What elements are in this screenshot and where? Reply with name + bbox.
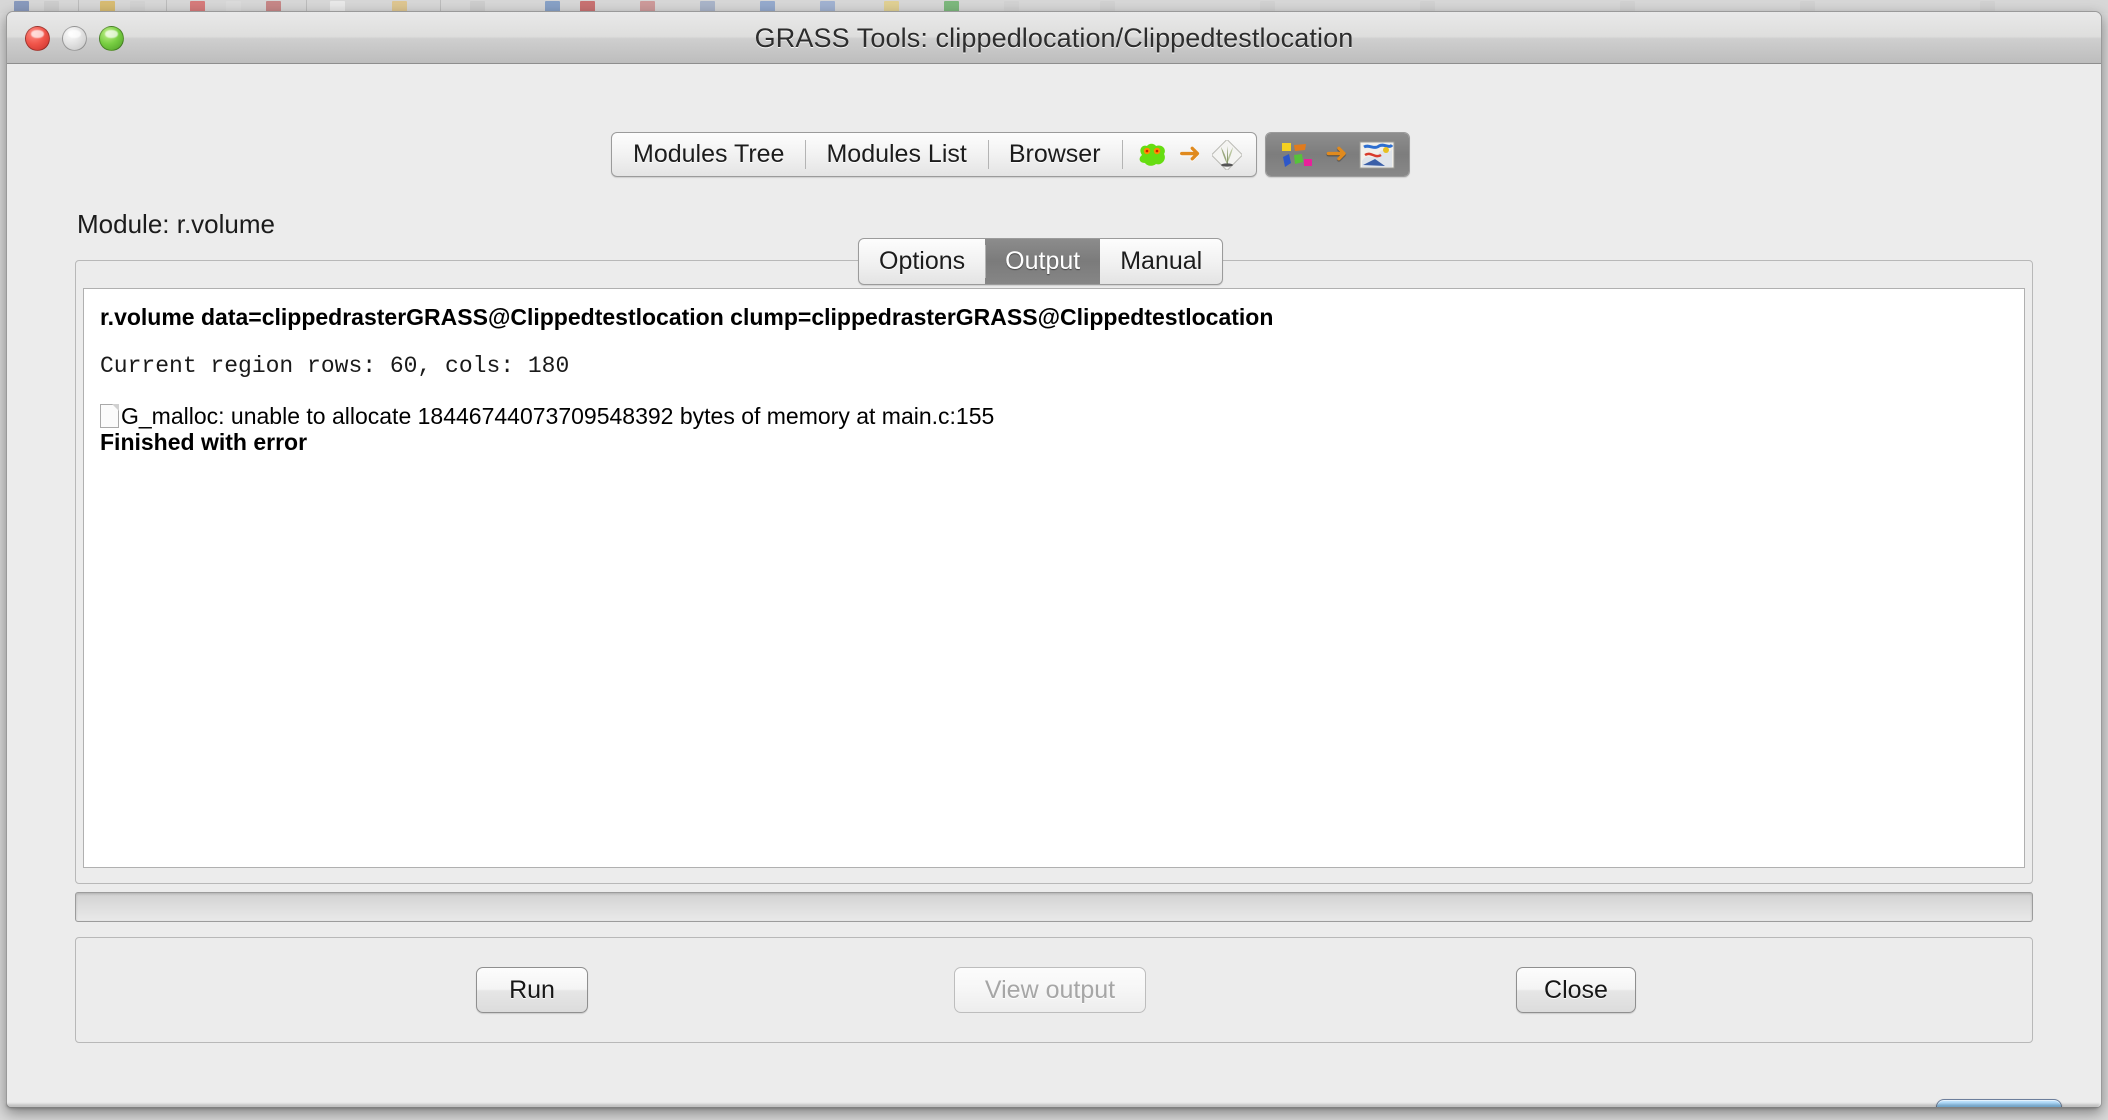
view-output-button-label: View output — [984, 975, 1116, 1004]
inner-tabbar: Options Output Manual — [858, 238, 1224, 285]
dialog-button-bar: Run View output Close — [75, 937, 2033, 1043]
tab-label: Manual — [1120, 247, 1203, 275]
top-tabbar: Modules Tree Modules List Browser ➜ ➜ — [611, 132, 1410, 177]
output-region-line: Current region rows: 60, cols: 180 — [100, 352, 570, 379]
top-tabgroup-icons: ➜ — [1265, 132, 1410, 177]
top-tabgroup-text: Modules Tree Modules List Browser ➜ — [611, 132, 1258, 177]
tab-raster-export[interactable]: ➜ — [1266, 133, 1409, 176]
output-status-line: Finished with error — [100, 428, 308, 455]
colored-polygons-icon — [1282, 142, 1313, 167]
tab-modules-tree[interactable]: Modules Tree — [612, 133, 805, 176]
progress-bar — [75, 892, 2033, 922]
output-command-line: r.volume data=clippedrasterGRASS@Clipped… — [100, 304, 1274, 330]
tab-manual[interactable]: Manual — [1100, 239, 1222, 284]
document-icon — [100, 404, 119, 429]
vector-import-icon-row: ➜ — [1136, 138, 1243, 170]
close-button-inner[interactable]: Close — [1516, 967, 1636, 1013]
run-button-label: Run — [509, 975, 555, 1004]
window-title: GRASS Tools: clippedlocation/Clippedtest… — [754, 23, 1354, 53]
tab-label: Options — [879, 247, 966, 275]
tab-label: Modules Tree — [633, 140, 785, 168]
tab-label: Output — [1005, 247, 1081, 275]
module-label: Module: r.volume — [77, 209, 275, 239]
window-drop-shadow — [6, 1104, 2100, 1109]
tab-browser[interactable]: Browser — [987, 133, 1122, 176]
run-button[interactable]: Run — [476, 967, 588, 1013]
qgis-map-icon — [1359, 141, 1395, 168]
output-textarea[interactable]: r.volume data=clippedrasterGRASS@Clipped… — [83, 288, 2025, 868]
output-error-line: G_malloc: unable to allocate 18446744073… — [121, 402, 995, 429]
orange-arrow-icon: ➜ — [1325, 138, 1348, 168]
grass-leaf-icon — [1212, 139, 1243, 170]
view-output-button[interactable]: View output — [954, 967, 1146, 1013]
tab-modules-list[interactable]: Modules List — [805, 133, 987, 176]
close-button-inner-label: Close — [1544, 975, 1608, 1004]
raster-export-icon-row: ➜ — [1280, 138, 1395, 169]
grass-tools-dialog: GRASS Tools: clippedlocation/Clippedtest… — [6, 11, 2102, 1108]
tab-label: Modules List — [826, 140, 967, 168]
orange-arrow-icon: ➜ — [1178, 138, 1202, 168]
tab-options[interactable]: Options — [859, 239, 985, 284]
output-error-row: G_malloc: unable to allocate 18446744073… — [100, 403, 2008, 430]
green-blob-icon — [1139, 143, 1165, 166]
window-titlebar[interactable]: GRASS Tools: clippedlocation/Clippedtest… — [7, 12, 2101, 64]
tab-vector-import[interactable]: ➜ — [1121, 133, 1257, 176]
dialog-body: Modules Tree Modules List Browser ➜ ➜ Mo… — [7, 64, 2101, 1107]
tab-label: Browser — [1008, 140, 1101, 168]
tab-output[interactable]: Output — [985, 239, 1101, 284]
